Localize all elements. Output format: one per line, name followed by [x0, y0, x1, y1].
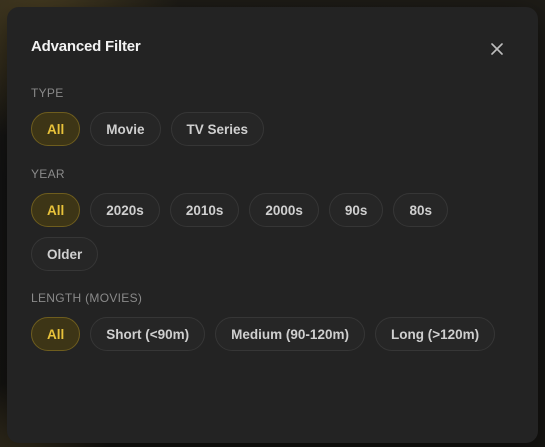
- length-options: All Short (<90m) Medium (90-120m) Long (>12…: [31, 317, 501, 351]
- type-chip-movie[interactable]: Movie: [90, 112, 161, 146]
- type-chip-tv-series[interactable]: TV Series: [170, 112, 265, 146]
- year-chip-2000s[interactable]: 2000s: [249, 193, 319, 227]
- length-chip-short-90m[interactable]: Short (<90m): [90, 317, 206, 351]
- type-section-label: TYPE: [31, 86, 64, 100]
- close-button[interactable]: [485, 37, 509, 61]
- year-chip-2010s[interactable]: 2010s: [169, 193, 240, 227]
- type-chip-all[interactable]: All: [31, 112, 81, 146]
- year-chip-older[interactable]: Older: [31, 237, 99, 271]
- year-section-label: YEAR: [31, 167, 65, 181]
- year-chip-90s[interactable]: 90s: [328, 193, 384, 227]
- length-chip-all[interactable]: All: [31, 317, 81, 351]
- advanced-filter-modal: Advanced Filter TYPE All Movie TV Series Y…: [7, 7, 538, 443]
- length-chip-long-120m[interactable]: Long (>120m): [374, 317, 496, 351]
- year-chip-2020s[interactable]: 2020s: [90, 193, 160, 227]
- length-chip-medium-90-120m[interactable]: Medium (90-120m): [215, 317, 365, 351]
- year-options: All 2020s 2010s 2000s 90s 80s Older: [31, 193, 501, 271]
- length-section-label: LENGTH (MOVIES): [31, 291, 143, 305]
- year-chip-80s[interactable]: 80s: [393, 193, 448, 227]
- modal-title: Advanced Filter: [31, 38, 141, 55]
- type-options: All Movie TV Series: [31, 112, 501, 146]
- close-icon: [491, 43, 503, 55]
- year-chip-all[interactable]: All: [31, 193, 81, 227]
